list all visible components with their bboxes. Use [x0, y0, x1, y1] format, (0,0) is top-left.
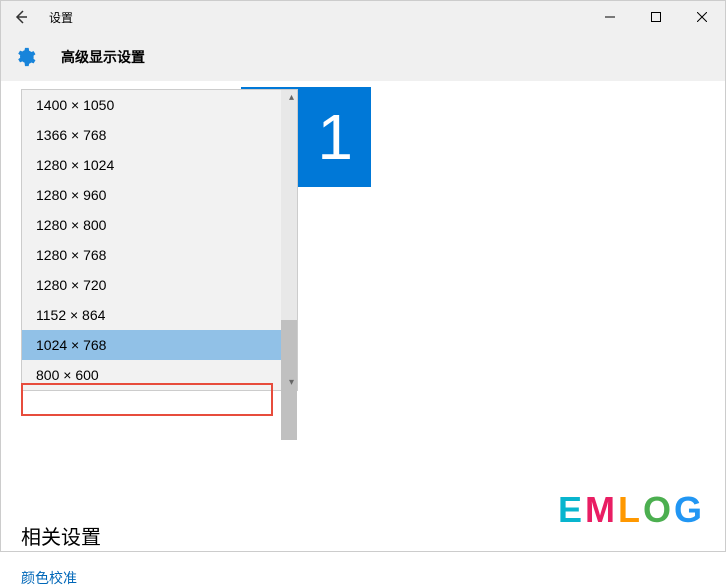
watermark-letter: G — [674, 489, 705, 530]
minimize-button[interactable] — [587, 1, 633, 33]
resolution-option[interactable]: 1366 × 768 — [22, 120, 297, 150]
page-title: 高级显示设置 — [61, 47, 145, 67]
watermark-letter: M — [585, 489, 618, 530]
related-settings-section: 相关设置 颜色校准 — [21, 521, 101, 588]
resolution-option[interactable]: 800 × 600 — [22, 360, 297, 390]
gear-icon — [13, 45, 37, 69]
arrow-left-icon — [13, 9, 29, 25]
resolution-option-selected[interactable]: 1024 × 768 — [22, 330, 297, 360]
related-settings-title: 相关设置 — [21, 521, 101, 550]
watermark-letter: L — [618, 489, 643, 530]
close-button[interactable] — [679, 1, 725, 33]
watermark-letter: O — [643, 489, 674, 530]
resolution-option[interactable]: 1152 × 864 — [22, 300, 297, 330]
back-button[interactable] — [1, 1, 41, 33]
titlebar-left: 设置 — [1, 1, 73, 33]
resolution-option[interactable]: 1280 × 1024 — [22, 150, 297, 180]
minimize-icon — [605, 12, 615, 22]
resolution-option[interactable]: 1280 × 800 — [22, 210, 297, 240]
watermark-letter: E — [558, 489, 585, 530]
maximize-button[interactable] — [633, 1, 679, 33]
window-title: 设置 — [41, 9, 73, 26]
scroll-up-icon[interactable]: ▴ — [289, 92, 294, 103]
resolution-dropdown[interactable]: ▴ ▾ 1400 × 1050 1366 × 768 1280 × 1024 1… — [21, 89, 298, 391]
close-icon — [697, 12, 707, 22]
resolution-option[interactable]: 1400 × 1050 — [22, 90, 297, 120]
color-calibration-link[interactable]: 颜色校准 — [21, 568, 101, 588]
resolution-option[interactable]: 1280 × 720 — [22, 270, 297, 300]
resolution-option[interactable]: 1280 × 768 — [22, 240, 297, 270]
scrollbar-track[interactable]: ▴ ▾ — [281, 90, 297, 390]
resolution-option[interactable]: 1280 × 960 — [22, 180, 297, 210]
titlebar-controls — [587, 1, 725, 33]
page-header: 高级显示设置 — [1, 33, 725, 81]
display-number: 1 — [317, 100, 353, 174]
maximize-icon — [651, 12, 661, 22]
scroll-down-icon[interactable]: ▾ — [289, 377, 294, 388]
watermark-logo: EMLOG — [558, 489, 705, 531]
window-titlebar: 设置 — [1, 1, 725, 33]
